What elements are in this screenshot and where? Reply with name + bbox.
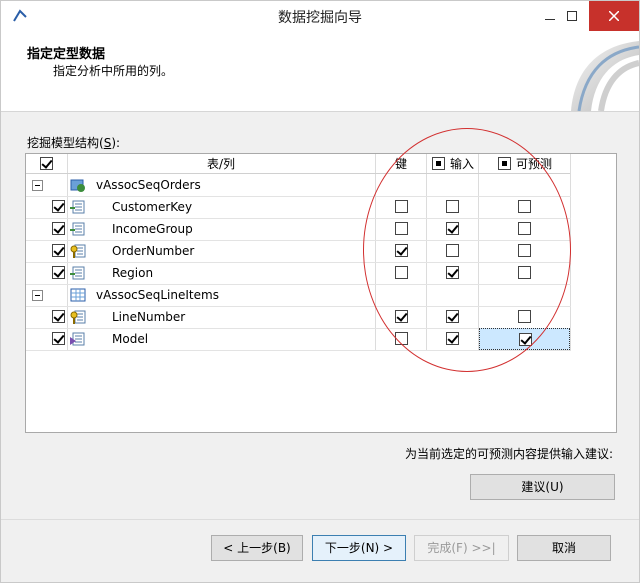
- key-checkbox[interactable]: [395, 266, 408, 279]
- predict-checkbox[interactable]: [518, 244, 531, 257]
- predict-column-checkbox[interactable]: [498, 157, 511, 170]
- input-checkbox[interactable]: [446, 332, 459, 345]
- table-name: vAssocSeqOrders: [96, 178, 201, 192]
- wizard-banner-graphic: [571, 41, 639, 111]
- table-name: vAssocSeqLineItems: [96, 288, 219, 302]
- column-name: CustomerKey: [112, 200, 193, 214]
- input-checkbox[interactable]: [446, 244, 459, 257]
- predict-checkbox[interactable]: [518, 266, 531, 279]
- column-header-input: 输入: [426, 154, 478, 174]
- input-checkbox[interactable]: [446, 310, 459, 323]
- column-name: LineNumber: [112, 310, 186, 324]
- page-title: 指定定型数据: [27, 47, 106, 62]
- key-checkbox[interactable]: [395, 332, 408, 345]
- column-name: IncomeGroup: [112, 222, 193, 236]
- suggest-hint-text: 为当前选定的可预测内容提供输入建议:: [405, 447, 614, 461]
- select-all-checkbox[interactable]: [40, 157, 53, 170]
- predict-checkbox[interactable]: [518, 310, 531, 323]
- nested-table-icon: [70, 288, 86, 302]
- include-checkbox[interactable]: [52, 332, 65, 345]
- selected-cell[interactable]: [479, 328, 570, 350]
- next-button[interactable]: 下一步(N) >: [312, 535, 406, 561]
- key-checkbox[interactable]: [395, 244, 408, 257]
- include-checkbox[interactable]: [52, 266, 65, 279]
- key-column-icon: [70, 244, 86, 258]
- close-icon: [608, 10, 620, 22]
- column-name: Model: [112, 332, 149, 346]
- finish-button[interactable]: 完成(F) >>|: [414, 535, 509, 561]
- cancel-button[interactable]: 取消: [517, 535, 611, 561]
- maximize-icon: [567, 11, 577, 21]
- input-checkbox[interactable]: [446, 222, 459, 235]
- predict-checkbox[interactable]: [518, 200, 531, 213]
- table-icon: [70, 179, 85, 192]
- key-checkbox[interactable]: [395, 310, 408, 323]
- key-checkbox[interactable]: [395, 200, 408, 213]
- input-checkbox[interactable]: [446, 266, 459, 279]
- include-checkbox[interactable]: [52, 310, 65, 323]
- back-button[interactable]: < 上一步(B): [211, 535, 303, 561]
- column-icon: [70, 222, 85, 236]
- include-checkbox[interactable]: [52, 244, 65, 257]
- page-subtitle: 指定分析中所用的列。: [53, 64, 174, 78]
- column-header-key: 键: [375, 154, 426, 174]
- mining-structure-label: 挖掘模型结构(S):: [27, 136, 121, 150]
- predict-checkbox[interactable]: [518, 222, 531, 235]
- include-checkbox[interactable]: [52, 222, 65, 235]
- include-checkbox[interactable]: [52, 200, 65, 213]
- key-checkbox[interactable]: [395, 222, 408, 235]
- predict-column-icon: [70, 332, 85, 346]
- title-bar: 数据挖掘向导: [1, 1, 639, 31]
- collapse-toggle[interactable]: [32, 290, 43, 301]
- column-icon: [70, 266, 85, 280]
- column-header-predict: 可预测: [478, 154, 570, 174]
- close-button[interactable]: [589, 1, 639, 31]
- select-all-header: [26, 154, 67, 174]
- footer-divider: [1, 519, 639, 520]
- column-name: Region: [112, 266, 154, 280]
- maximize-button[interactable]: [555, 1, 589, 31]
- wizard-window: 数据挖掘向导 指定定型数据 指定分析中所用的列。 挖掘模型结构(S): 表/列 …: [0, 0, 640, 583]
- minimize-icon: [545, 19, 555, 20]
- column-name: OrderNumber: [112, 244, 195, 258]
- collapse-toggle[interactable]: [32, 180, 43, 191]
- suggest-button[interactable]: 建议(U): [470, 474, 615, 500]
- column-header-table: 表/列: [67, 154, 375, 174]
- wizard-header: 指定定型数据 指定分析中所用的列。: [1, 31, 639, 112]
- mining-structure-grid: 表/列 键 输入 可预测 vAssocSeqOrders CustomerKey…: [25, 153, 617, 433]
- predict-checkbox[interactable]: [519, 333, 532, 346]
- input-column-checkbox[interactable]: [432, 157, 445, 170]
- column-icon: [70, 200, 85, 214]
- key-column-icon: [70, 310, 86, 324]
- input-checkbox[interactable]: [446, 200, 459, 213]
